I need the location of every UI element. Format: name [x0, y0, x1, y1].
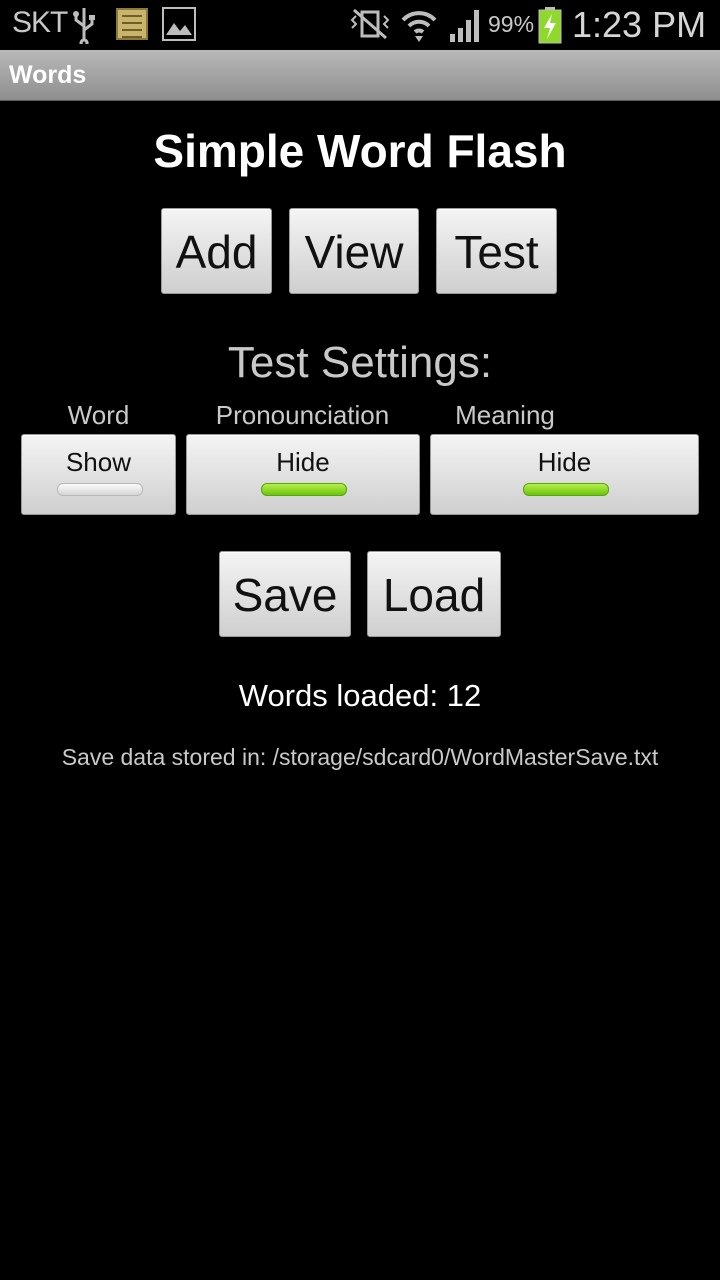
- load-button[interactable]: Load: [367, 551, 501, 637]
- word-setting-label: Word: [67, 400, 130, 430]
- test-button[interactable]: Test: [436, 208, 557, 294]
- app-titlebar: Words: [0, 50, 720, 101]
- image-icon: [162, 7, 196, 41]
- pronunciation-setting-label: Pronounciation: [215, 400, 390, 430]
- clock: 1:23 PM: [572, 4, 707, 45]
- add-button[interactable]: Add: [161, 208, 272, 294]
- page-title: Simple Word Flash: [153, 125, 567, 177]
- save-button[interactable]: Save: [219, 551, 351, 637]
- meaning-toggle-button[interactable]: Hide: [430, 434, 699, 515]
- notes-icon: [116, 8, 148, 40]
- pronunciation-toggle-button[interactable]: Hide: [186, 434, 420, 515]
- app-title-label: Words: [9, 61, 87, 89]
- meaning-toggle-label: Hide: [537, 447, 592, 477]
- word-toggle-button[interactable]: Show: [21, 434, 176, 515]
- wifi-icon: [401, 11, 437, 42]
- toggle-indicator-off: [56, 483, 143, 496]
- view-button[interactable]: View: [289, 208, 419, 294]
- toggle-indicator-on: [522, 483, 609, 496]
- pronunciation-toggle-label: Hide: [276, 447, 330, 477]
- word-toggle-label: Show: [65, 447, 132, 477]
- battery-charging-icon: [538, 7, 562, 44]
- status-bar: SKT 99% 1:23 PM: [0, 0, 720, 50]
- words-loaded-count: Words loaded: 12: [238, 678, 482, 713]
- meaning-setting-label: Meaning: [455, 400, 555, 430]
- carrier-label: SKT: [12, 6, 68, 39]
- toggle-indicator-on: [261, 483, 347, 496]
- usb-icon: [73, 8, 95, 44]
- vibrate-icon: [350, 8, 390, 40]
- battery-percent: 99%: [488, 11, 535, 37]
- save-path-info: Save data stored in: /storage/sdcard0/Wo…: [61, 744, 659, 770]
- test-settings-heading: Test Settings:: [227, 338, 493, 387]
- signal-icon: [450, 10, 479, 42]
